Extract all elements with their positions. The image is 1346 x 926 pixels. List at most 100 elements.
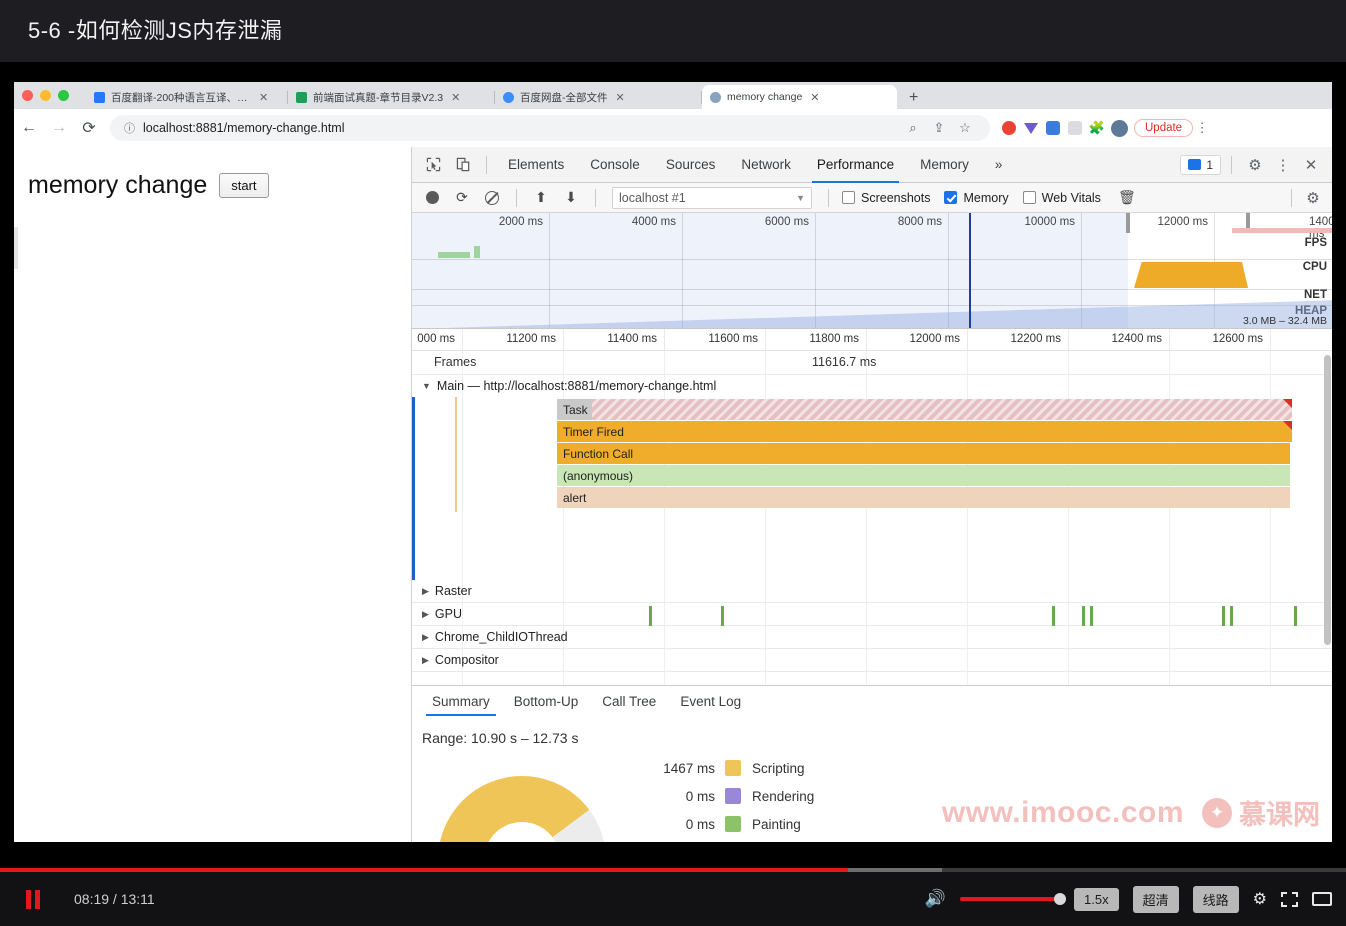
chevron-right-icon[interactable]: ▶ (422, 632, 429, 643)
legend-item-painting[interactable]: 0 ms Painting (637, 816, 814, 832)
flame-bar-function-call[interactable]: Function Call (557, 443, 1290, 464)
tab-sources[interactable]: Sources (653, 147, 729, 183)
tab-network[interactable]: Network (728, 147, 804, 183)
window-traffic-lights[interactable] (22, 90, 69, 101)
main-flame-chart[interactable]: Task Timer Fired Function Call (anonymou… (412, 397, 1332, 580)
back-button[interactable]: ← (14, 119, 44, 137)
chevron-right-icon[interactable]: ▶ (422, 586, 429, 597)
track-title-row[interactable]: ▶ GPU (412, 603, 1332, 625)
chevron-right-icon[interactable]: ▶ (422, 655, 429, 666)
address-bar[interactable]: ⓘ localhost:8881/memory-change.html ⌕ ⇪ … (110, 115, 990, 141)
devtools-close-icon[interactable]: ✕ (1298, 152, 1324, 178)
record-button[interactable] (418, 185, 446, 211)
overview-playhead[interactable] (969, 213, 971, 328)
track-chrome-childiothread[interactable]: ▶ Chrome_ChildIOThread (412, 626, 1332, 649)
tab-elements[interactable]: Elements (495, 147, 577, 183)
screenshots-checkbox[interactable]: Screenshots (842, 191, 930, 205)
reload-and-record-button[interactable]: ⟳ (448, 185, 476, 211)
translate-icon[interactable] (1042, 117, 1064, 139)
volume-knob[interactable] (1054, 893, 1067, 905)
device-toolbar-icon[interactable] (448, 152, 478, 178)
browser-menu-button[interactable]: ⋮ (1193, 120, 1211, 136)
tab-performance[interactable]: Performance (804, 147, 907, 183)
video-stage[interactable]: 百度翻译-200种语言互译、沟通 ✕ 前端面试真题-章节目录V2.3 ✕ 百度网… (0, 62, 1346, 926)
timeline-ruler[interactable]: 000 ms 11200 ms 11400 ms 11600 ms 11800 … (412, 329, 1332, 351)
zoom-window-dot[interactable] (58, 90, 69, 101)
drawer-tab-event-log[interactable]: Event Log (668, 686, 753, 716)
memory-checkbox[interactable]: Memory (944, 191, 1009, 205)
track-title-row[interactable]: ▶ Chrome_ChildIOThread (412, 626, 1332, 648)
browser-tab-4[interactable]: memory change ✕ (702, 85, 897, 109)
timeline-overview[interactable]: 2000 ms 4000 ms 6000 ms 8000 ms 10000 ms… (412, 213, 1332, 329)
tab-close-icon[interactable]: ✕ (810, 91, 819, 104)
more-tabs-icon[interactable]: » (982, 147, 1016, 183)
flame-bar-alert[interactable]: alert (557, 487, 1290, 508)
main-track-header[interactable]: ▼ Main — http://localhost:8881/memory-ch… (412, 375, 1332, 397)
profile-avatar[interactable] (1108, 117, 1130, 139)
flame-bar-task[interactable]: Task (557, 399, 1292, 420)
chevron-down-icon[interactable]: ▼ (422, 381, 431, 391)
site-info-icon[interactable]: ⓘ (124, 120, 135, 136)
extension-red-icon[interactable] (998, 117, 1020, 139)
fullscreen-icon[interactable] (1281, 891, 1298, 907)
settings-gear-icon[interactable]: ⚙ (1253, 889, 1267, 909)
volume-slider[interactable] (960, 893, 1067, 905)
tab-close-icon[interactable]: ✕ (259, 91, 268, 104)
minimize-window-dot[interactable] (40, 90, 51, 101)
browser-tab-2[interactable]: 前端面试真题-章节目录V2.3 ✕ (288, 85, 495, 109)
zoom-icon[interactable]: ⌕ (902, 117, 924, 139)
track-compositor[interactable]: ▶ Compositor (412, 649, 1332, 672)
trash-icon[interactable]: 🗑 (1118, 189, 1136, 206)
start-button[interactable]: start (219, 173, 269, 198)
bookmark-star-icon[interactable]: ☆ (954, 117, 976, 139)
devtools-settings-icon[interactable]: ⚙ (1242, 152, 1268, 178)
route-button[interactable]: 线路 (1192, 885, 1239, 913)
tracks-scrollbar[interactable] (1324, 355, 1331, 645)
legend-item-rendering[interactable]: 0 ms Rendering (637, 788, 814, 804)
inspect-element-icon[interactable] (418, 152, 448, 178)
flame-bar-anonymous[interactable]: (anonymous) (557, 465, 1290, 486)
theater-mode-icon[interactable] (1312, 892, 1332, 906)
clear-recording-button[interactable] (478, 185, 506, 211)
track-title-row[interactable]: ▶ Compositor (412, 649, 1332, 671)
track-gpu[interactable]: ▶ GPU (412, 603, 1332, 626)
browser-tab-1[interactable]: 百度翻译-200种语言互译、沟通 ✕ (86, 85, 288, 109)
drawer-tab-bottom-up[interactable]: Bottom-Up (502, 686, 591, 716)
playback-speed-button[interactable]: 1.5x (1074, 887, 1119, 911)
share-icon[interactable]: ⇪ (928, 117, 950, 139)
tab-console[interactable]: Console (577, 147, 653, 183)
legend-item-scripting[interactable]: 1467 ms Scripting (637, 760, 814, 776)
drawer-tab-call-tree[interactable]: Call Tree (590, 686, 668, 716)
pause-button[interactable] (26, 889, 40, 909)
grid-icon[interactable] (1064, 117, 1086, 139)
reload-button[interactable]: ⟳ (74, 118, 104, 138)
extension-v-icon[interactable] (1020, 117, 1042, 139)
chevron-right-icon[interactable]: ▶ (422, 609, 429, 620)
message-count-badge[interactable]: 1 (1180, 154, 1221, 175)
flame-bar-timer-fired[interactable]: Timer Fired (557, 421, 1292, 442)
track-title-row[interactable]: ▶ Raster (412, 580, 1332, 602)
tab-close-icon[interactable]: ✕ (616, 91, 625, 104)
tab-memory[interactable]: Memory (907, 147, 982, 183)
close-window-dot[interactable] (22, 90, 33, 101)
tab-close-icon[interactable]: ✕ (451, 91, 460, 104)
load-profile-button[interactable]: ⬆ (527, 185, 555, 211)
volume-icon[interactable]: 🔊 (925, 889, 946, 909)
track-raster[interactable]: ▶ Raster (412, 580, 1332, 603)
quality-button[interactable]: 超清 (1132, 885, 1179, 913)
profile-select[interactable]: localhost #1 ▼ (612, 186, 812, 209)
puzzle-icon[interactable]: 🧩 (1086, 117, 1108, 139)
update-button[interactable]: Update (1134, 119, 1194, 137)
frames-track[interactable]: Frames 11616.7 ms (412, 351, 1332, 375)
drawer-tab-summary[interactable]: Summary (420, 686, 502, 716)
new-tab-button[interactable]: + (909, 89, 918, 109)
save-profile-button[interactable]: ⬇ (557, 185, 585, 211)
web-vitals-checkbox[interactable]: Web Vitals (1022, 191, 1101, 205)
timeline-tracks[interactable]: Frames 11616.7 ms ▼ Main — http://localh… (412, 351, 1332, 685)
main-track-title-row[interactable]: ▼ Main — http://localhost:8881/memory-ch… (412, 375, 1332, 397)
browser-tab-3[interactable]: 百度网盘-全部文件 ✕ (495, 85, 702, 109)
forward-button[interactable]: → (44, 119, 74, 137)
capture-settings-icon[interactable]: ⚙ (1300, 185, 1326, 211)
devtools-menu-icon[interactable]: ⋮ (1270, 152, 1296, 178)
overview-window-handle-left[interactable] (1126, 213, 1130, 233)
